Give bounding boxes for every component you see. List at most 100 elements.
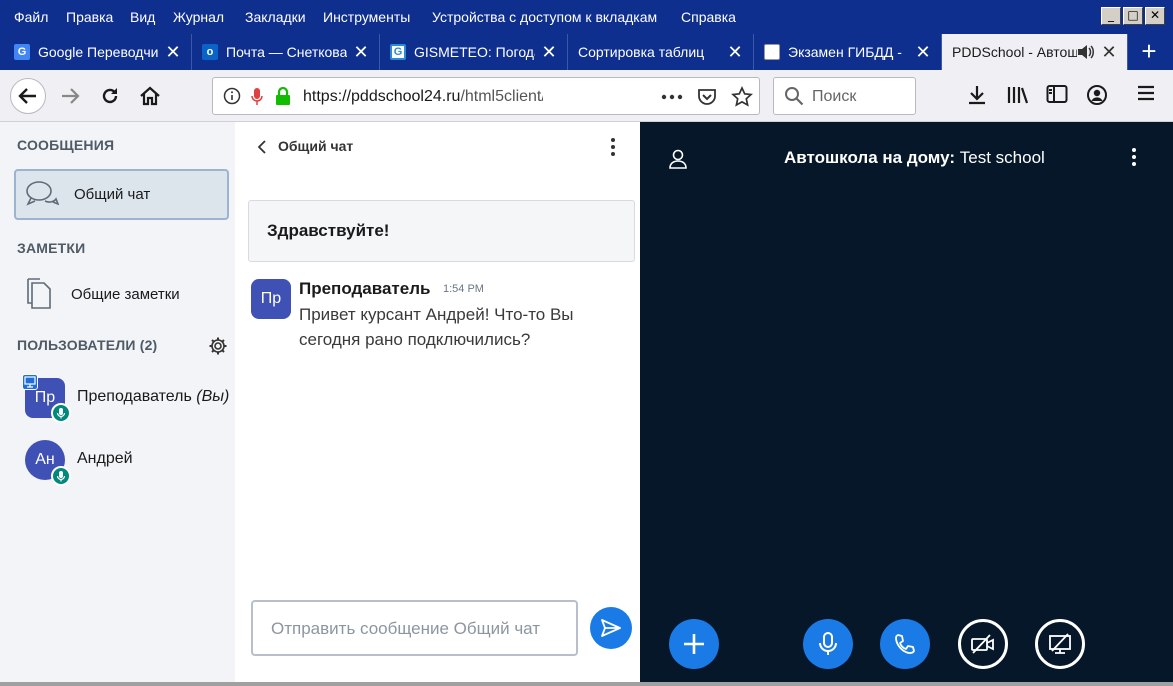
tab-title: Экзамен ГИБДД -	[788, 44, 902, 60]
back-button[interactable]	[10, 78, 46, 114]
tab-gibdd-exam[interactable]: Экзамен ГИБДД - ✕	[754, 34, 942, 70]
tab-bar: G Google Переводчик ✕ o Почта — Снеткова…	[0, 34, 1173, 70]
tab-google-translate[interactable]: G Google Переводчик ✕	[4, 34, 192, 70]
user-name-text: Преподаватель	[77, 388, 192, 405]
message-input[interactable]: Отправить сообщение Общий чат	[251, 600, 578, 656]
messages-section-title: СООБЩЕНИЯ	[17, 137, 115, 153]
search-box[interactable]: Поиск	[773, 77, 916, 115]
message-text: Привет курсант Андрей! Что-то Вы сегодня…	[299, 305, 574, 349]
chat-title[interactable]: Общий чат	[278, 138, 353, 154]
actions-button[interactable]	[669, 619, 719, 669]
reload-button[interactable]	[92, 78, 128, 114]
close-tab-icon[interactable]: ✕	[1101, 42, 1117, 63]
outlook-icon: o	[202, 44, 218, 60]
menu-bar: Файл Правка Вид Журнал Закладки Инструме…	[0, 0, 1173, 34]
home-button[interactable]	[132, 78, 168, 114]
user-name: Преподаватель (Вы)	[77, 388, 229, 406]
shared-notes-label: Общие заметки	[71, 286, 180, 303]
download-icon[interactable]	[966, 84, 988, 106]
microphone-icon	[51, 403, 71, 423]
bookmark-star-icon[interactable]	[731, 86, 753, 108]
tab-gismeteo[interactable]: G GISMETEO: Погода ✕	[380, 34, 568, 70]
menu-bookmarks[interactable]: Закладки	[245, 9, 306, 25]
message-input-placeholder: Отправить сообщение Общий чат	[271, 619, 541, 638]
message-time: 1:54 PM	[443, 283, 484, 295]
tab-title: Почта — Снеткова	[226, 44, 347, 60]
send-message-button[interactable]	[590, 607, 632, 649]
document-icon	[764, 44, 780, 60]
camera-off-icon	[971, 634, 994, 654]
camera-button[interactable]	[958, 619, 1008, 669]
meeting-title: Автошкола на дому: Test school	[784, 148, 1045, 168]
presenter-icon	[22, 374, 38, 390]
menu-synced-tabs[interactable]: Устройства с доступом к вкладкам	[432, 9, 657, 25]
screen-share-off-icon	[1049, 633, 1071, 654]
user-you-suffix: (Вы)	[196, 388, 230, 405]
arrow-left-icon	[18, 88, 36, 104]
phone-icon	[895, 634, 915, 654]
lock-icon[interactable]	[275, 87, 291, 105]
speaker-icon[interactable]	[1077, 44, 1095, 60]
chevron-left-icon[interactable]	[257, 140, 267, 154]
menu-edit[interactable]: Правка	[66, 9, 113, 25]
tab-table-sort[interactable]: Сортировка таблиц ✕	[568, 34, 754, 70]
menu-history[interactable]: Журнал	[173, 9, 224, 25]
menu-help[interactable]: Справка	[681, 9, 736, 25]
audio-phone-button[interactable]	[880, 619, 930, 669]
welcome-text: Здравствуйте!	[267, 221, 390, 240]
tab-title: PDDSchool - Автош	[952, 44, 1077, 60]
new-tab-button[interactable]: +	[1130, 34, 1168, 70]
users-section-title: ПОЛЬЗОВАТЕЛИ (2)	[17, 337, 158, 353]
close-tab-icon[interactable]: ✕	[727, 42, 743, 63]
chat-panel: Общий чат Здравствуйте! Пр Преподаватель…	[235, 122, 640, 682]
close-window-button[interactable]: ✕	[1145, 7, 1165, 25]
close-tab-icon[interactable]: ✕	[541, 42, 557, 63]
search-icon	[785, 87, 804, 106]
sidebar-toggle-icon[interactable]	[1046, 84, 1068, 104]
message-avatar: Пр	[251, 279, 291, 319]
tab-mail[interactable]: o Почта — Снеткова ✕	[192, 34, 380, 70]
presentation-area: Автошкола на дому: Test school	[640, 122, 1173, 682]
home-icon	[140, 86, 160, 106]
microphone-permission-icon[interactable]	[251, 87, 263, 107]
url-bar[interactable]: https://pddschool24.ru/html5client/join?…	[212, 77, 760, 115]
info-icon[interactable]	[223, 87, 241, 105]
library-icon[interactable]	[1006, 84, 1030, 106]
app-content: СООБЩЕНИЯ Общий чат ЗАМЕТКИ Общие заметк…	[0, 122, 1173, 686]
notes-section-title: ЗАМЕТКИ	[17, 240, 86, 256]
tab-title: Google Переводчик	[38, 44, 159, 60]
tab-pddschool[interactable]: PDDSchool - Автош ✕	[942, 34, 1128, 70]
google-translate-icon: G	[14, 44, 30, 60]
account-icon[interactable]	[1086, 84, 1108, 106]
maximize-button[interactable]: □	[1123, 7, 1143, 25]
tab-title: Сортировка таблиц	[578, 44, 705, 60]
close-tab-icon[interactable]: ✕	[165, 42, 181, 63]
screen-share-button[interactable]	[1035, 619, 1085, 669]
page-actions-icon[interactable]	[661, 94, 683, 100]
url-text[interactable]: https://pddschool24.ru/html5client/join?…	[303, 88, 543, 106]
menu-file[interactable]: Файл	[14, 9, 48, 25]
chat-options-icon[interactable]	[611, 138, 615, 156]
meeting-title-name: Test school	[955, 148, 1045, 167]
meeting-title-bold: Автошкола на дому:	[784, 148, 956, 167]
gismeteo-icon: G	[390, 44, 406, 60]
public-chat-item[interactable]: Общий чат	[14, 169, 229, 220]
send-icon	[601, 619, 621, 637]
menu-tools[interactable]: Инструменты	[323, 9, 410, 25]
microphone-button[interactable]	[803, 619, 853, 669]
user-list-toggle-icon[interactable]	[668, 148, 688, 170]
menu-view[interactable]: Вид	[130, 9, 155, 25]
pocket-icon[interactable]	[697, 87, 717, 107]
close-tab-icon[interactable]: ✕	[915, 42, 931, 63]
forward-button[interactable]	[52, 78, 88, 114]
microphone-icon	[819, 632, 837, 655]
settings-menu-icon[interactable]	[1132, 148, 1136, 166]
minimize-button[interactable]: _	[1101, 7, 1121, 25]
close-tab-icon[interactable]: ✕	[353, 42, 369, 63]
hamburger-menu-icon[interactable]	[1136, 84, 1156, 102]
chat-bubbles-icon	[26, 181, 59, 206]
gear-icon[interactable]	[208, 336, 228, 356]
welcome-message: Здравствуйте!	[248, 200, 635, 262]
reload-icon	[102, 88, 118, 104]
arrow-right-icon	[62, 88, 80, 104]
